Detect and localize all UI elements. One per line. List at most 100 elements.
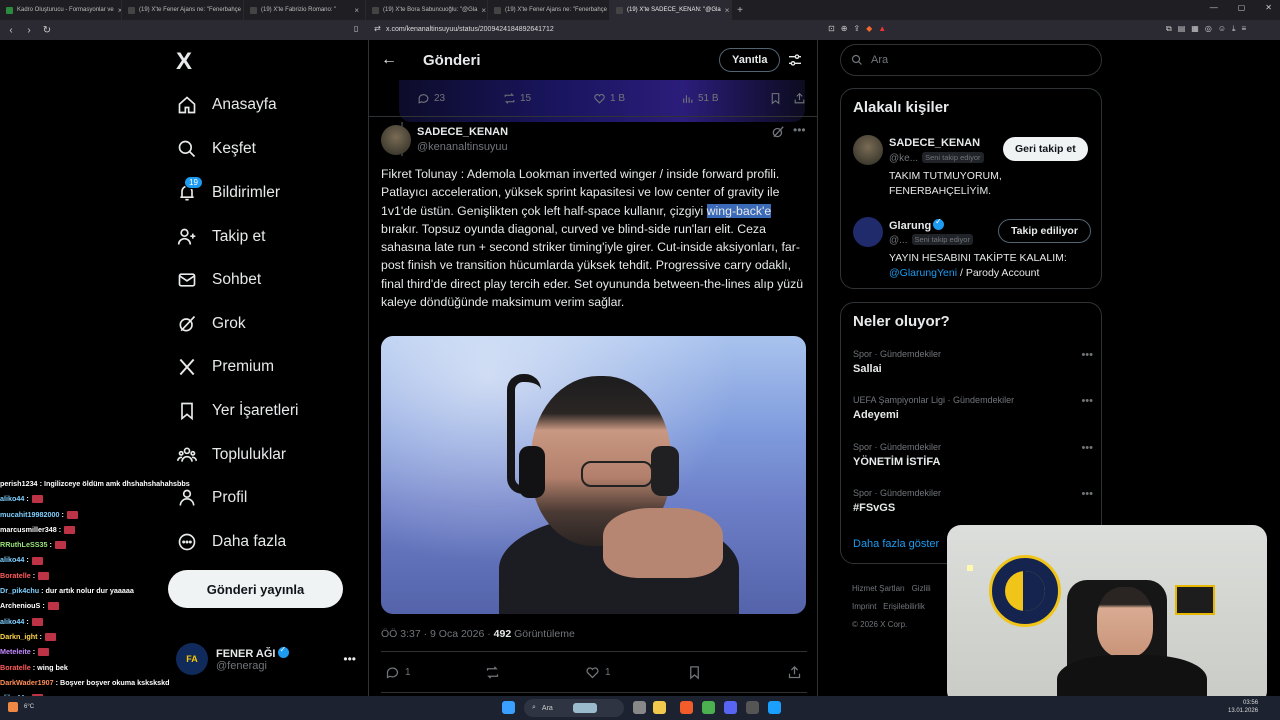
x-logo[interactable]: X [176,48,192,76]
browser-tab-active[interactable]: (19) X'te SADECE_KENAN: "@Gla × [610,0,732,20]
footer-link[interactable]: Gizlili [912,584,931,593]
more-icon[interactable]: ••• [793,123,806,137]
share-action[interactable] [787,665,802,680]
person-name[interactable]: SADECE_KENAN [889,137,980,149]
obs-icon[interactable] [746,701,759,714]
footer-link[interactable]: Imprint [852,602,876,611]
browser-tab[interactable]: (19) X'te Bora Sabuncuoğlu: "@Gla × [366,0,488,20]
search-input[interactable]: Ara [840,44,1102,76]
nav-messages[interactable]: Sohbet [176,269,261,291]
browser-tab[interactable]: (19) X'te Fener Ajans ne: "Fenerbahçe× [122,0,244,20]
nav-follow[interactable]: Takip et [176,226,265,248]
more-icon[interactable]: ••• [1081,395,1093,407]
start-icon[interactable] [502,701,515,714]
follow-back-button[interactable]: Geri takip et [1003,137,1088,161]
avatar[interactable] [853,135,883,165]
bookmark-action[interactable] [687,665,702,680]
nav-explore[interactable]: Keşfet [176,138,256,160]
person-card[interactable]: Glarung @...Seni takip ediyor Takip edil… [853,217,1093,287]
zoom-icon[interactable]: ⊕ [841,24,848,33]
maximize-icon[interactable]: ▢ [1238,3,1246,12]
vpn-icon[interactable]: ◎ [1205,24,1212,34]
trend-item[interactable]: Spor · Gündemdekiler Sallai ••• [853,349,1093,375]
sidebar-icon[interactable]: ▤ [1178,24,1186,34]
prev-views-action[interactable]: 51 B [681,92,719,105]
mention-link[interactable]: @GlarungYeni [889,267,957,279]
more-icon[interactable]: ••• [1081,488,1093,500]
share-icon[interactable]: ⇪ [853,24,860,33]
discord-icon[interactable] [724,701,737,714]
repost-action[interactable] [485,665,505,680]
nav-bookmarks[interactable]: Yer İşaretleri [176,400,298,422]
footer-link[interactable]: Hizmet Şartları [852,584,905,593]
steam-icon[interactable] [768,701,781,714]
nav-notifications[interactable]: 19 Bildirimler [176,176,280,204]
more-icon[interactable]: ••• [1081,442,1093,454]
footer-link[interactable]: Erişilebilirlik [883,602,925,611]
account-switcher[interactable]: FA FENER AĞI @feneragi ••• [176,643,356,675]
tweet-timestamp[interactable]: ÖÖ 3:37 · 9 Oca 2026 · 492 Görüntüleme [381,628,575,640]
prev-reply-action[interactable]: 23 [417,92,445,105]
profile-icon[interactable]: ☺ [1218,24,1226,34]
more-icon[interactable]: ••• [343,652,356,666]
back-arrow-icon[interactable]: ← [381,51,401,69]
close-window-icon[interactable]: ✕ [1265,3,1272,12]
weather-text[interactable]: 6°C [24,704,34,710]
more-icon[interactable]: ••• [1081,349,1093,361]
avatar[interactable] [381,125,411,155]
taskbar-search[interactable]: ⌕ Ara [524,699,624,717]
trend-item[interactable]: Spor · Gündemdekiler #FSvGS ••• [853,488,1093,514]
author-name[interactable]: SADECE_KENAN [417,126,508,138]
wallet-icon[interactable]: ▦ [1191,24,1199,34]
forward-nav-icon[interactable]: › [22,25,36,36]
task-view-icon[interactable] [633,701,646,714]
extensions-icon[interactable]: ⧉ [1166,24,1172,34]
prev-bookmark-action[interactable] [769,92,782,105]
brave-icon[interactable] [680,701,693,714]
nav-communities[interactable]: Topluluklar [176,444,286,466]
author-handle[interactable]: @kenanaltinsuyuu [417,141,508,153]
browser-tab[interactable]: Kadro Oluşturucu - Formasyonlar ve × [0,0,122,20]
prev-repost-action[interactable]: 15 [503,92,531,105]
nav-grok[interactable]: Grok [176,313,246,335]
prev-share-action[interactable] [793,92,806,105]
avatar[interactable] [853,217,883,247]
back-nav-icon[interactable]: ‹ [4,25,18,36]
reply-button[interactable]: Yanıtla [719,48,781,72]
minimize-icon[interactable]: — [1210,3,1218,12]
site-info-icon[interactable]: ⇄ [374,24,381,33]
tab-close-icon[interactable]: × [481,6,486,15]
prev-like-action[interactable]: 1 B [593,92,625,105]
reply-action[interactable]: 1 [385,665,411,680]
nav-premium[interactable]: Premium [176,356,274,378]
person-card[interactable]: SADECE_KENAN @ke... Seni takip ediyor Ger… [853,135,1093,205]
like-action[interactable]: 1 [585,665,611,680]
filter-icon[interactable] [787,52,803,68]
new-tab-button[interactable]: + [732,5,748,16]
browser-tab[interactable]: (19) X'te Fener Ajans ne: "Fenerbahçe× [488,0,610,20]
tab-close-icon[interactable]: × [725,6,730,15]
person-name[interactable]: Glarung [889,217,945,232]
url-field[interactable]: x.com/kenanaltinsuyuu/status/20094241848… [386,26,554,33]
brave-shield-icon[interactable]: ◆ [866,24,872,33]
reload-icon[interactable]: ↻ [40,25,54,36]
trend-item[interactable]: Spor · Gündemdekiler YÖNETİM İSTİFA ••• [853,442,1093,468]
nav-more[interactable]: Daha fazla [176,531,286,553]
menu-icon[interactable]: ≡ [1242,24,1247,34]
screenshot-icon[interactable]: ⊡ [828,24,835,33]
nav-home[interactable]: Anasayfa [176,94,277,116]
downloads-icon[interactable]: ⤓ [1232,24,1236,34]
following-button[interactable]: Takip ediliyor [998,219,1091,243]
tab-close-icon[interactable]: × [354,6,359,15]
browser-tab[interactable]: (19) X'te Fabrizio Romano: " × [244,0,366,20]
rewards-icon[interactable]: ▲ [878,24,886,33]
grok-icon[interactable] [771,125,785,139]
trend-item[interactable]: UEFA Şampiyonlar Ligi · Gündemdekiler Ade… [853,395,1093,421]
bookmark-page-icon[interactable]: ▯ [354,24,358,33]
tweet-image[interactable] [381,336,806,614]
file-explorer-icon[interactable] [653,701,666,714]
clock[interactable]: 03:56 13.01.2026 [1228,699,1258,715]
chrome-icon[interactable] [702,701,715,714]
post-button[interactable]: Gönderi yayınla [168,570,343,608]
show-more-link[interactable]: Daha fazla göster [853,538,939,550]
